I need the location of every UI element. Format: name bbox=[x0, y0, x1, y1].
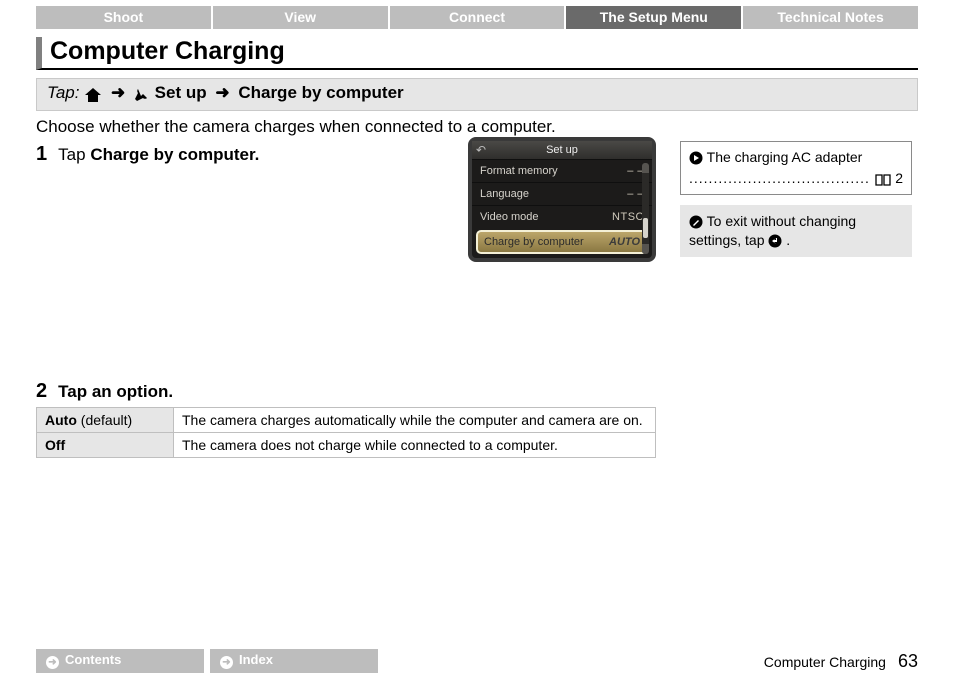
lcd-row: Video mode NTSC bbox=[472, 205, 652, 228]
home-icon bbox=[84, 85, 102, 105]
leader-dots: ........................................… bbox=[689, 169, 871, 188]
breadcrumb: Tap: ➜ Set up ➜ Charge by computer bbox=[36, 78, 918, 111]
arrow-icon: ➜ bbox=[215, 83, 229, 103]
camera-screen-title: ↶ Set up bbox=[472, 141, 652, 159]
tab-technical-notes[interactable]: Technical Notes bbox=[743, 6, 918, 29]
footer-contents-button[interactable]: ➜Contents bbox=[36, 649, 204, 673]
page-title: Computer Charging bbox=[36, 37, 918, 70]
option-desc: The camera charges automatically while t… bbox=[174, 408, 656, 433]
tab-shoot[interactable]: Shoot bbox=[36, 6, 211, 29]
tab-connect[interactable]: Connect bbox=[390, 6, 565, 29]
related-link-text[interactable]: The charging AC adapter bbox=[707, 149, 863, 165]
lcd-row-selected: Charge by computer AUTO bbox=[476, 230, 648, 254]
camera-screen: ↶ Set up Format memory – – Language – – … bbox=[468, 137, 656, 262]
step-1-bold: Charge by computer. bbox=[90, 145, 259, 164]
step-number: 2 bbox=[36, 380, 54, 403]
link-bullet-icon bbox=[689, 149, 707, 165]
footer: ➜Contents ➜Index Computer Charging 63 bbox=[36, 649, 918, 673]
back-icon: ↶ bbox=[476, 143, 486, 157]
scrollbar bbox=[642, 163, 649, 254]
table-row: Auto (default) The camera charges automa… bbox=[37, 408, 656, 433]
footer-index-button[interactable]: ➜Index bbox=[210, 649, 378, 673]
page-number: 63 bbox=[898, 651, 918, 672]
arrow-circle-icon: ➜ bbox=[46, 656, 59, 669]
lcd-row: Format memory – – bbox=[472, 159, 652, 182]
related-link-box: The charging AC adapter ................… bbox=[680, 141, 912, 195]
book-icon bbox=[875, 169, 891, 188]
option-key: Auto (default) bbox=[37, 408, 174, 433]
crumb-setup: Set up bbox=[155, 83, 207, 102]
footer-section: Computer Charging bbox=[764, 654, 886, 670]
intro-text: Choose whether the camera charges when c… bbox=[36, 117, 918, 137]
step-1-lead: Tap bbox=[58, 145, 90, 164]
tab-view[interactable]: View bbox=[213, 6, 388, 29]
arrow-circle-icon: ➜ bbox=[220, 656, 233, 669]
lcd-row: Language – – bbox=[472, 182, 652, 205]
page-ref[interactable]: 2 bbox=[895, 169, 903, 188]
option-key: Off bbox=[37, 433, 174, 458]
step-2: 2 Tap an option. bbox=[36, 380, 656, 403]
tip-box: To exit without changing settings, tap . bbox=[680, 205, 912, 257]
crumb-target: Charge by computer bbox=[238, 83, 403, 102]
step-number: 1 bbox=[36, 143, 54, 166]
tab-setup-menu[interactable]: The Setup Menu bbox=[566, 6, 741, 29]
tip-text-after: . bbox=[786, 232, 790, 248]
crumb-prefix: Tap: bbox=[47, 83, 79, 102]
wrench-icon bbox=[134, 85, 150, 105]
arrow-icon: ➜ bbox=[111, 83, 125, 103]
table-row: Off The camera does not charge while con… bbox=[37, 433, 656, 458]
option-desc: The camera does not charge while connect… bbox=[174, 433, 656, 458]
top-tabs: Shoot View Connect The Setup Menu Techni… bbox=[36, 6, 918, 29]
pencil-circle-icon bbox=[689, 213, 707, 229]
return-icon bbox=[768, 232, 786, 248]
step-2-text: Tap an option. bbox=[58, 382, 173, 401]
options-table: Auto (default) The camera charges automa… bbox=[36, 407, 656, 458]
